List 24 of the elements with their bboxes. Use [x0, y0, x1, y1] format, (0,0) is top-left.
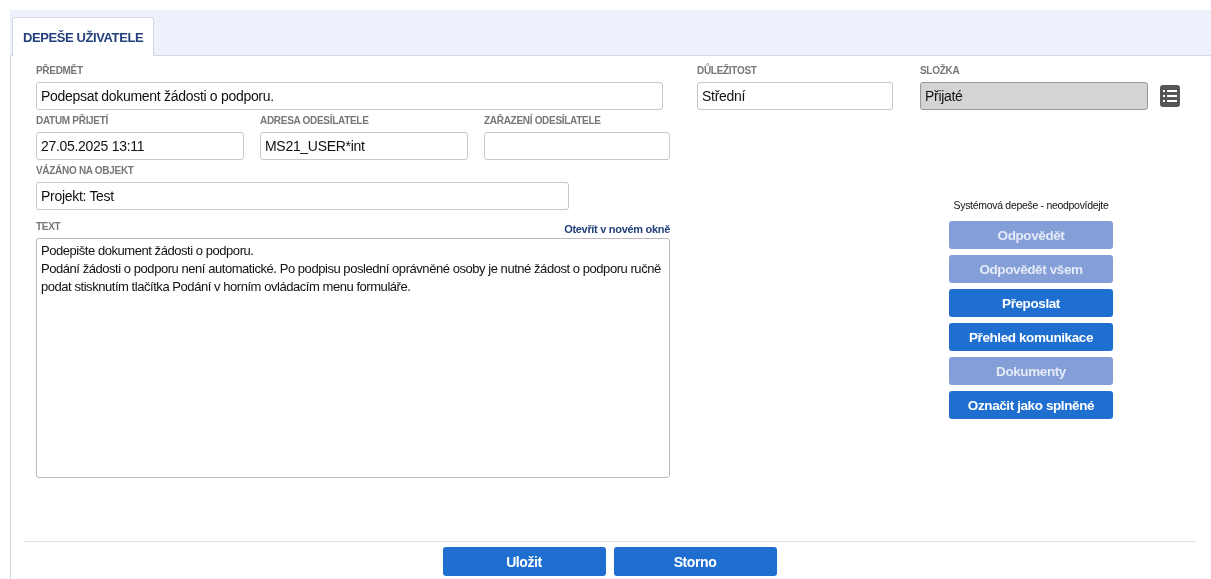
action-button[interactable]: Označit jako splněné — [949, 391, 1113, 419]
sender-address-field[interactable]: MS21_USER*int — [260, 132, 468, 160]
open-new-window-link[interactable]: Otevřít v novém okně — [564, 223, 670, 235]
importance-field[interactable]: Střední — [697, 82, 893, 110]
system-note: Systémová depeše - neodpovídejte — [953, 199, 1109, 211]
linked-object-field[interactable]: Projekt: Test — [36, 182, 569, 210]
tab[interactable]: DEPEŠE UŽIVATELE — [12, 17, 155, 56]
sender-category-field[interactable] — [484, 132, 670, 160]
field-label: DŮLEŽITOST — [697, 64, 758, 78]
cancel-button[interactable]: Storno — [613, 547, 777, 576]
message-text-area[interactable]: Podepište dokument žádosti o podporu. Podání žádosti o podporu není automatické. Po podpisu poslední oprávněné osoby je nutné žádost o podporu ručně podat stisknutím tlačítka Podání v horním ovládacím menu formuláře. — [36, 238, 670, 478]
field-label: ADRESA ODESÍLATELE — [260, 114, 370, 128]
subject-field[interactable]: Podepsat dokument žádosti o podporu. — [36, 82, 663, 110]
date-field[interactable]: 27.05.2025 13:11 — [36, 132, 244, 160]
list-icon[interactable] — [1160, 85, 1180, 107]
field-label: SLOŽKA — [920, 64, 961, 78]
field-label: DATUM PŘIJETÍ — [36, 114, 110, 128]
action-button[interactable]: Přehled komunikace — [949, 323, 1113, 351]
save-button[interactable]: Uložit — [442, 547, 606, 576]
field-label: VÁZÁNO NA OBJEKT — [36, 164, 135, 178]
field-label: TEXT — [36, 220, 61, 234]
action-button[interactable]: Přeposlat — [949, 289, 1113, 317]
field-label: PŘEDMĚT — [36, 64, 84, 78]
field-label: ZAŘAZENÍ ODESÍLATELE — [484, 114, 602, 128]
